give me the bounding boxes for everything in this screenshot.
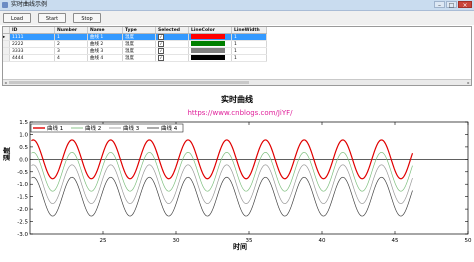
- cell-type[interactable]: 温度: [122, 54, 156, 62]
- cell-number[interactable]: 2: [54, 40, 88, 48]
- series-line-4: [31, 176, 413, 217]
- x-axis-label: 时间: [233, 242, 247, 251]
- cell-type[interactable]: 温度: [122, 47, 156, 55]
- line-color-swatch[interactable]: [191, 48, 225, 53]
- cell-id[interactable]: 3333: [9, 47, 55, 55]
- legend-label: 曲线 3: [123, 124, 140, 132]
- cell-type[interactable]: 温度: [122, 40, 156, 48]
- cell-linecolor[interactable]: [188, 33, 232, 41]
- chart-title: 实时曲线: [221, 94, 253, 104]
- y-tick-label: -2.0: [17, 207, 28, 213]
- selected-checkbox[interactable]: ✓: [158, 34, 164, 40]
- series-line-3: [31, 164, 413, 204]
- scroll-left-arrow-icon[interactable]: ◂: [3, 80, 8, 85]
- x-tick-label: 50: [465, 238, 472, 244]
- legend-label: 曲线 4: [161, 124, 178, 132]
- y-tick-label: -0.5: [17, 170, 28, 176]
- grid-body: ▸ 1111 1 曲线 1 温度 ✓ 1 2222 2 曲线 2 温度 ✓ 1 3333 3 曲线 3 温度 ✓ 1…: [3, 33, 267, 62]
- cell-number[interactable]: 3: [54, 47, 88, 55]
- x-tick-label: 45: [392, 238, 399, 244]
- close-button[interactable]: ×: [458, 1, 472, 9]
- x-tick-label: 25: [100, 238, 107, 244]
- legend-label: 曲线 2: [85, 124, 101, 132]
- y-tick-label: 0.0: [19, 157, 28, 163]
- load-lines-button[interactable]: Load Lines: [3, 13, 31, 32]
- cell-selected[interactable]: ✓: [155, 54, 189, 62]
- cell-linewidth[interactable]: 1: [231, 33, 267, 41]
- cell-selected[interactable]: ✓: [155, 40, 189, 48]
- axis-ticks: 1.5 1.0 0.5 0.0 -0.5 -1.0 -1.5 -2.0 -2.5 -3.0 25 30…: [17, 120, 472, 244]
- table-row[interactable]: ▸ 1111 1 曲线 1 温度 ✓ 1: [3, 33, 267, 41]
- y-tick-label: -1.0: [17, 182, 28, 188]
- realtime-chart: 实时曲线 https://www.cnblogs.com/JiYF/ 1.51.…: [2, 94, 472, 251]
- cell-selected[interactable]: ✓: [155, 33, 189, 41]
- selected-checkbox[interactable]: ✓: [158, 41, 164, 47]
- title-bar: 实时曲线示例 – □ ×: [0, 0, 474, 11]
- cell-name[interactable]: 曲线 2: [87, 40, 123, 48]
- app-icon: [2, 2, 8, 8]
- cell-name[interactable]: 曲线 1: [87, 33, 123, 41]
- legend-label: 曲线 1: [47, 124, 63, 132]
- y-tick-label: 1.0: [19, 132, 28, 138]
- table-row[interactable]: 3333 3 曲线 3 温度 ✓ 1: [3, 47, 267, 55]
- cell-number[interactable]: 1: [54, 33, 88, 41]
- cell-number[interactable]: 4: [54, 54, 88, 62]
- horizontal-scrollbar[interactable]: ◂ ▸: [3, 79, 471, 85]
- selected-checkbox[interactable]: ✓: [158, 55, 164, 61]
- cell-linecolor[interactable]: [188, 40, 232, 48]
- cell-id[interactable]: 2222: [9, 40, 55, 48]
- x-tick-label: 30: [173, 238, 180, 244]
- series-line-2: [31, 152, 413, 192]
- chart-panel: 实时曲线 https://www.cnblogs.com/JiYF/ 1.5 1.…: [0, 87, 474, 258]
- chart-watermark: https://www.cnblogs.com/JiYF/: [187, 109, 293, 117]
- line-color-swatch[interactable]: [191, 41, 225, 46]
- y-axis-label: 温度: [2, 146, 11, 161]
- y-tick-label: -2.5: [17, 220, 28, 226]
- series-lines: [31, 139, 414, 217]
- cell-name[interactable]: 曲线 3: [87, 47, 123, 55]
- cell-linewidth[interactable]: 1: [231, 54, 267, 62]
- cell-linewidth[interactable]: 1: [231, 40, 267, 48]
- x-tick-label: 40: [319, 238, 326, 244]
- minimize-button[interactable]: –: [434, 1, 445, 9]
- cell-name[interactable]: 曲线 4: [87, 54, 123, 62]
- table-row[interactable]: 4444 4 曲线 4 温度 ✓ 1: [3, 54, 267, 62]
- window-controls: – □ ×: [434, 1, 472, 9]
- line-color-swatch[interactable]: [191, 55, 225, 60]
- table-row[interactable]: 2222 2 曲线 2 温度 ✓ 1: [3, 40, 267, 48]
- cell-linewidth[interactable]: 1: [231, 47, 267, 55]
- y-tick-label: 0.5: [19, 145, 28, 151]
- cell-type[interactable]: 温度: [122, 33, 156, 41]
- cell-id[interactable]: 1111: [9, 33, 55, 41]
- maximize-button[interactable]: □: [446, 1, 457, 9]
- cell-selected[interactable]: ✓: [155, 47, 189, 55]
- cell-id[interactable]: 4444: [9, 54, 55, 62]
- toolbar: Load Lines Start Stop: [0, 11, 474, 32]
- cell-linecolor[interactable]: [188, 54, 232, 62]
- selected-checkbox[interactable]: ✓: [158, 48, 164, 54]
- scroll-right-arrow-icon[interactable]: ▸: [466, 80, 471, 85]
- stop-button[interactable]: Stop: [73, 13, 101, 23]
- scrollbar-thumb[interactable]: [9, 81, 249, 84]
- start-button[interactable]: Start: [38, 13, 66, 23]
- y-tick-label: 1.5: [19, 120, 28, 126]
- y-tick-label: -1.5: [17, 195, 28, 201]
- lines-grid[interactable]: ID Number Name Type Selected LineColor L…: [2, 26, 472, 86]
- window-title: 实时曲线示例: [11, 1, 48, 8]
- lines-table: ID Number Name Type Selected LineColor L…: [3, 27, 267, 62]
- y-tick-label: -3.0: [17, 232, 28, 238]
- cell-linecolor[interactable]: [188, 47, 232, 55]
- line-color-swatch[interactable]: [191, 34, 225, 39]
- chart-legend: 曲线 1 曲线 2 曲线 3 曲线 4: [30, 123, 184, 133]
